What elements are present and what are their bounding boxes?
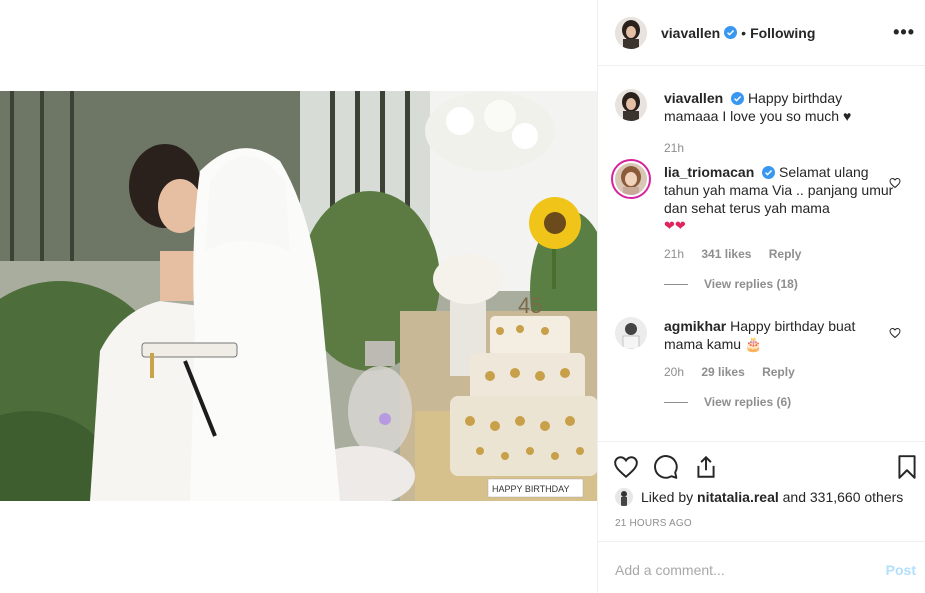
caption-username[interactable]: viavallen xyxy=(664,90,723,106)
heart-outline-icon[interactable] xyxy=(613,454,639,480)
verified-badge-icon xyxy=(724,26,738,39)
comment-emoji: 🎂 xyxy=(744,336,763,352)
view-replies-line xyxy=(664,283,688,285)
comment-bubble-icon[interactable] xyxy=(653,454,679,480)
view-replies-label[interactable]: View replies (18) xyxy=(704,275,798,293)
comment-body: agmikhar Happy birthday buat mama kamu 🎂… xyxy=(664,317,894,411)
comment-meta: 21h 341 likes Reply xyxy=(664,245,894,263)
comment-username[interactable]: agmikhar xyxy=(664,318,726,334)
liked-by-suffix[interactable]: and 331,660 others xyxy=(783,489,904,505)
instagram-post-modal: 45 HAPPY BIRTHDAY viavallen • Following … xyxy=(0,0,925,593)
post-comment-button[interactable]: Post xyxy=(886,562,916,578)
share-icon[interactable] xyxy=(693,454,719,480)
comment-like-heart-icon[interactable] xyxy=(889,177,901,189)
comment-likes[interactable]: 341 likes xyxy=(701,247,751,261)
post-header: viavallen • Following ••• xyxy=(598,0,925,66)
author-avatar[interactable] xyxy=(615,16,647,49)
separator-dot: • xyxy=(741,24,747,41)
post-sidebar: viavallen • Following ••• viavallen Happ… xyxy=(598,0,925,593)
comment-input[interactable]: Add a comment... xyxy=(615,562,725,578)
caption-meta: 21h xyxy=(664,139,894,157)
reply-button[interactable]: Reply xyxy=(762,365,795,379)
liked-by-user[interactable]: nitatalia.real xyxy=(697,489,779,505)
comment-username[interactable]: lia_triomacan xyxy=(664,164,754,180)
caption-body: viavallen Happy birthday mamaaa I love y… xyxy=(664,89,894,157)
commenter-avatar-image xyxy=(615,163,647,195)
caption-avatar-image xyxy=(615,89,647,121)
comments-list[interactable]: viavallen Happy birthday mamaaa I love y… xyxy=(598,67,925,440)
view-replies[interactable]: View replies (18) xyxy=(664,275,894,293)
liked-by-row: Liked by nitatalia.real and 331,660 othe… xyxy=(615,488,903,506)
author-avatar-image xyxy=(615,16,647,49)
liker-avatar[interactable] xyxy=(615,488,633,506)
post-photo[interactable]: 45 HAPPY BIRTHDAY xyxy=(0,91,597,501)
action-bar xyxy=(598,441,925,489)
view-replies-line xyxy=(664,401,688,403)
author-username[interactable]: viavallen xyxy=(661,25,720,41)
liker-avatar-image xyxy=(615,488,633,506)
comment-meta: 20h 29 likes Reply xyxy=(664,363,894,381)
cake-sign-text: HAPPY BIRTHDAY xyxy=(492,484,570,494)
commenter-avatar[interactable] xyxy=(611,159,651,199)
comment-time[interactable]: 20h xyxy=(664,365,684,379)
caption-time[interactable]: 21h xyxy=(664,141,684,155)
bookmark-icon[interactable] xyxy=(894,454,920,480)
add-comment-bar: Add a comment... Post xyxy=(598,541,925,593)
comment-emoji: ❤❤ xyxy=(664,218,686,233)
comment-like-heart-icon[interactable] xyxy=(889,327,901,339)
photo-illustration: 45 HAPPY BIRTHDAY xyxy=(0,91,597,501)
caption-avatar[interactable] xyxy=(615,89,647,121)
view-replies[interactable]: View replies (6) xyxy=(664,393,894,411)
verified-badge-icon xyxy=(762,166,776,179)
comment-body: lia_triomacan Selamat ulang tahun yah ma… xyxy=(664,163,894,293)
media-column: 45 HAPPY BIRTHDAY xyxy=(0,0,597,593)
following-button[interactable]: Following xyxy=(750,25,815,41)
view-replies-label[interactable]: View replies (6) xyxy=(704,393,791,411)
liked-by-prefix: Liked by xyxy=(641,489,694,505)
cake-topper-number: 45 xyxy=(518,293,542,318)
commenter-avatar[interactable] xyxy=(615,317,647,349)
verified-badge-icon xyxy=(731,92,745,105)
commenter-avatar-image xyxy=(615,317,647,349)
caption-heart-emoji: ♥ xyxy=(842,108,852,124)
more-options-icon[interactable]: ••• xyxy=(893,22,915,43)
comment-time[interactable]: 21h xyxy=(664,247,684,261)
comment-likes[interactable]: 29 likes xyxy=(701,365,744,379)
reply-button[interactable]: Reply xyxy=(769,247,802,261)
post-timestamp[interactable]: 21 HOURS AGO xyxy=(615,518,692,529)
